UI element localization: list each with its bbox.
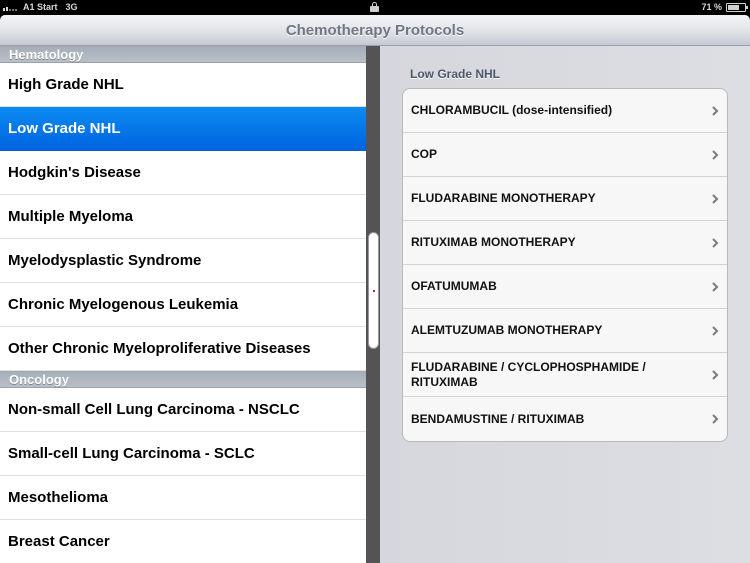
battery-icon [726, 2, 748, 12]
battery-percent: 71 % [701, 2, 722, 12]
chevron-right-icon [712, 193, 719, 204]
chevron-right-icon [712, 105, 719, 116]
protocol-label: COP [411, 147, 438, 161]
list-item[interactable]: Breast Cancer [0, 520, 366, 563]
protocol-label: OFATUMUMAB [411, 279, 497, 293]
protocol-row[interactable]: CHLORAMBUCIL (dose-intensified) [403, 89, 727, 133]
scroll-indicator-dot [373, 290, 375, 292]
list-item-label: Breast Cancer [8, 533, 110, 550]
list-item[interactable]: Low Grade NHL [0, 107, 366, 151]
protocol-label: ALEMTUZUMAB MONOTHERAPY [411, 323, 603, 337]
protocol-row[interactable]: OFATUMUMAB [403, 265, 727, 309]
page-title: Chemotherapy Protocols [285, 22, 465, 39]
list-item[interactable]: Non-small Cell Lung Carcinoma - NSCLC [0, 388, 366, 432]
list-item-label: Low Grade NHL [8, 120, 121, 137]
protocol-row[interactable]: BENDAMUSTINE / RITUXIMAB [403, 397, 727, 441]
protocol-list: CHLORAMBUCIL (dose-intensified) COP FLUDAR… [402, 88, 728, 442]
status-bar: A1 Start 3G 71 % [0, 0, 750, 15]
status-right: 71 % [701, 2, 748, 12]
list-item[interactable]: Chronic Myelogenous Leukemia [0, 283, 366, 327]
network-type: 3G [65, 2, 78, 12]
section-header: Oncology [0, 371, 366, 388]
list-item-label: Hodgkin's Disease [8, 164, 141, 181]
protocol-label: RITUXIMAB MONOTHERAPY [411, 235, 576, 249]
chevron-right-icon [712, 414, 719, 424]
protocol-row[interactable]: FLUDARABINE / CYCLOPHOSPHAMIDE / RITUXIM… [403, 353, 727, 397]
scrollbar-thumb[interactable] [368, 232, 379, 349]
protocol-row[interactable]: ALEMTUZUMAB MONOTHERAPY [403, 309, 727, 353]
list-item[interactable]: Myelodysplastic Syndrome [0, 239, 366, 283]
list-item-label: Mesothelioma [8, 489, 109, 506]
list-item[interactable]: Small-cell Lung Carcinoma - SCLC [0, 432, 366, 476]
carrier-name: A1 Start [23, 2, 58, 12]
protocol-label: CHLORAMBUCIL (dose-intensified) [411, 103, 613, 117]
protocol-row[interactable]: COP [403, 133, 727, 177]
chevron-right-icon [712, 281, 719, 292]
status-left: A1 Start 3G [3, 2, 78, 12]
signal-icon [3, 3, 17, 11]
list-item[interactable]: Mesothelioma [0, 476, 366, 520]
list-item-label: Non-small Cell Lung Carcinoma - NSCLC [8, 401, 300, 418]
list-item[interactable]: High Grade NHL [0, 63, 366, 107]
chevron-right-icon [712, 325, 719, 336]
detail-header: Low Grade NHL [410, 67, 501, 81]
list-item-label: Chronic Myelogenous Leukemia [8, 296, 239, 313]
protocol-label: FLUDARABINE MONOTHERAPY [411, 191, 596, 205]
list-item-label: Myelodysplastic Syndrome [8, 252, 202, 269]
list-item[interactable]: Multiple Myeloma [0, 195, 366, 239]
list-item-label: Multiple Myeloma [8, 208, 134, 225]
list-item-label: Small-cell Lung Carcinoma - SCLC [8, 445, 255, 462]
master-list[interactable]: Hematology High Grade NHL Low Grade NHL Hod… [0, 46, 366, 563]
list-item[interactable]: Other Chronic Myeloproliferative Disease… [0, 327, 366, 371]
navigation-bar: Chemotherapy Protocols [0, 15, 750, 46]
list-item[interactable]: Hodgkin's Disease [0, 151, 366, 195]
list-item-label: High Grade NHL [8, 76, 124, 93]
protocol-row[interactable]: FLUDARABINE MONOTHERAPY [403, 177, 727, 221]
protocol-label: FLUDARABINE / CYCLOPHOSPHAMIDE / RITUXIM… [411, 359, 646, 389]
chevron-right-icon [712, 369, 719, 380]
list-item-label: Other Chronic Myeloproliferative Disease… [8, 340, 311, 357]
section-header: Hematology [0, 46, 366, 63]
protocol-label: BENDAMUSTINE / RITUXIMAB [411, 411, 585, 426]
lock-icon [370, 2, 379, 12]
chevron-right-icon [712, 237, 719, 248]
protocol-row[interactable]: RITUXIMAB MONOTHERAPY [403, 221, 727, 265]
detail-pane: Low Grade NHL CHLORAMBUCIL (dose-intensi… [380, 46, 750, 563]
chevron-right-icon [712, 149, 719, 160]
